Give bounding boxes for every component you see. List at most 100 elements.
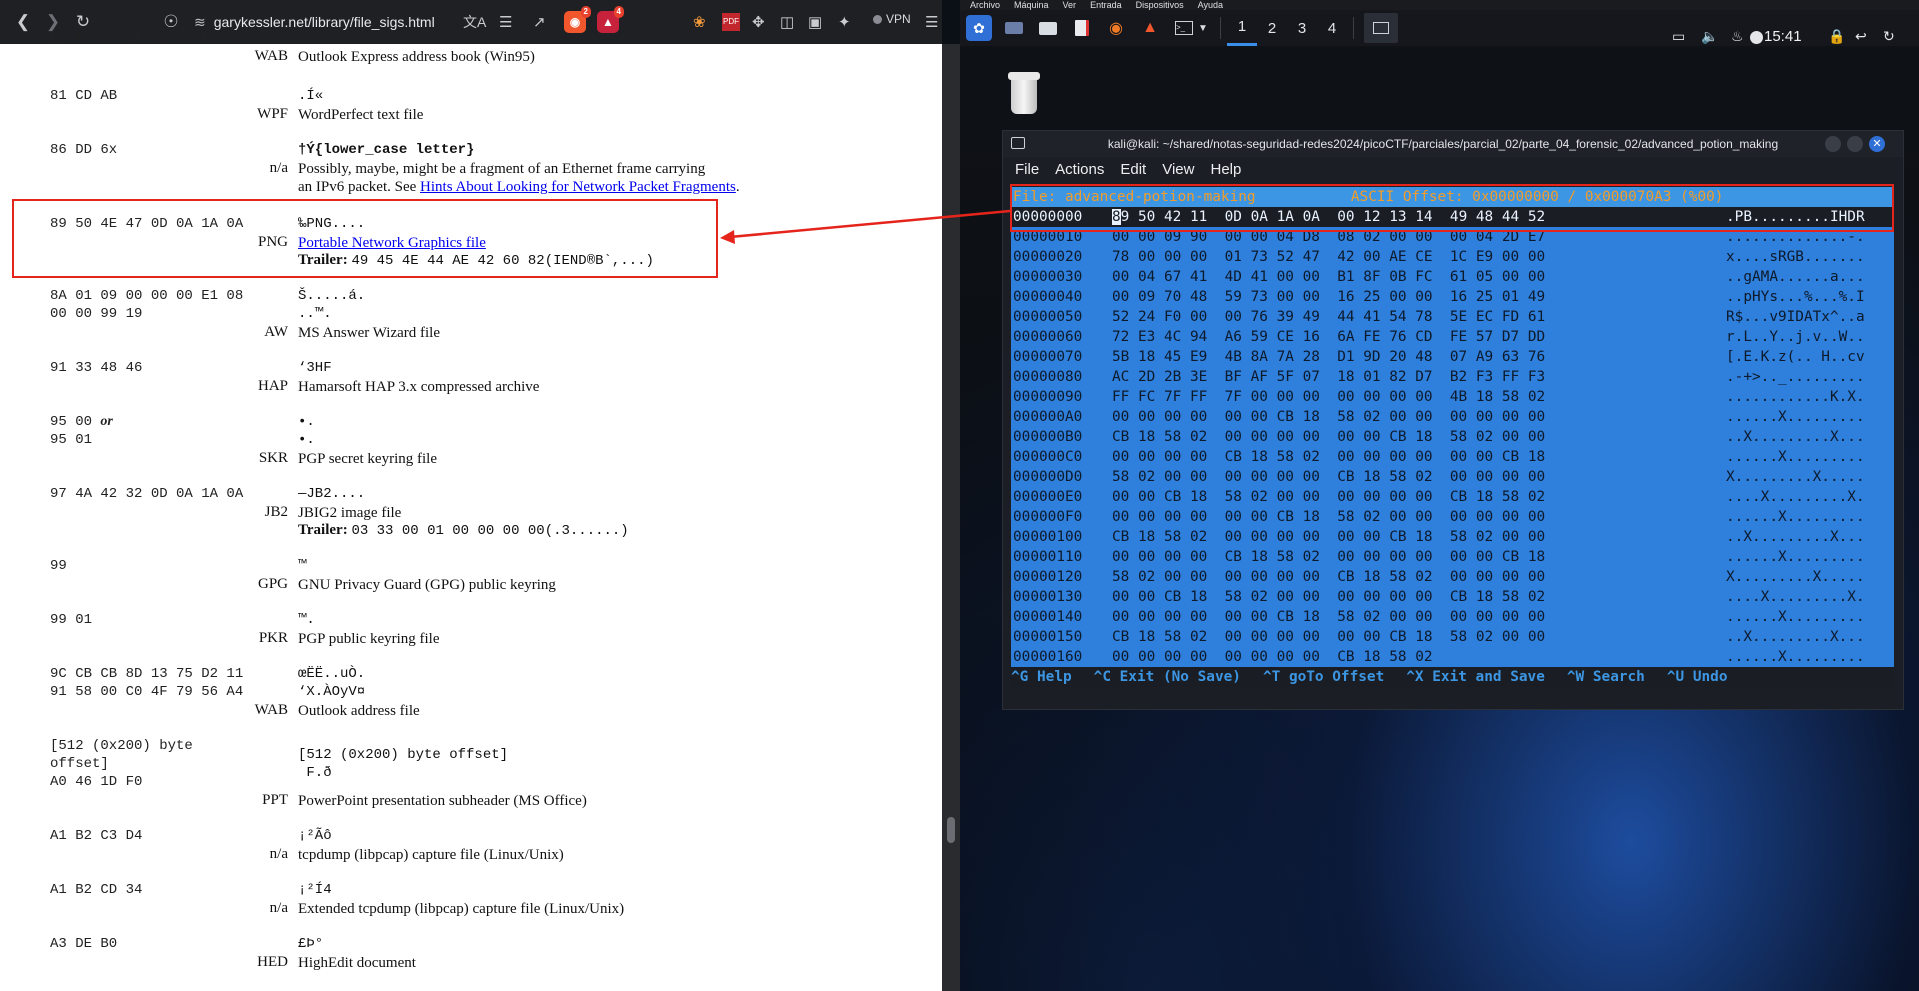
translate-icon[interactable]: 文A xyxy=(463,7,486,37)
workspace-2[interactable]: 2 xyxy=(1257,10,1287,46)
notifications-icon[interactable]: ♨ xyxy=(1731,28,1744,45)
hex-bytes[interactable]: CB 18 58 02 00 00 00 00 00 00 CB 18 58 0… xyxy=(1112,427,1545,447)
wallet-icon[interactable]: ▣ xyxy=(808,7,822,37)
workspace-4[interactable]: 4 xyxy=(1317,10,1347,46)
menu-dispositivos[interactable]: Dispositivos xyxy=(1136,0,1184,10)
trash-icon[interactable] xyxy=(1008,72,1040,116)
hex-bytes[interactable]: 72 E3 4C 94 A6 59 CE 16 6A FE 76 CD FE 5… xyxy=(1112,327,1545,347)
clock[interactable]: 15:41 xyxy=(1764,28,1802,45)
brave-shields-icon[interactable]: ◉ 2 xyxy=(564,6,591,37)
firefox-icon[interactable]: ◉ xyxy=(1104,17,1128,39)
maximize-button[interactable] xyxy=(1847,136,1863,152)
ascii-signature: †Ý{lower_case letter} xyxy=(298,142,475,158)
menu-ayuda[interactable]: Ayuda xyxy=(1198,0,1223,10)
hex-bytes[interactable]: 00 04 67 41 4D 41 00 00 B1 8F 0B FC 61 0… xyxy=(1112,267,1545,287)
hex-bytes[interactable]: 52 24 F0 00 00 76 39 49 44 41 54 78 5E E… xyxy=(1112,307,1545,327)
volume-icon[interactable]: 🔈 xyxy=(1701,28,1718,45)
kali-menu-icon[interactable]: ✿ xyxy=(966,15,992,41)
hex-bytes[interactable]: 00 00 00 00 00 00 CB 18 58 02 00 00 00 0… xyxy=(1112,407,1545,427)
pdf-extension-icon[interactable]: PDF xyxy=(722,7,740,37)
close-button[interactable]: ✕ xyxy=(1869,136,1885,152)
workspace-3[interactable]: 3 xyxy=(1287,10,1317,46)
leo-ai-icon[interactable]: ✦ xyxy=(838,7,851,37)
hex-bytes[interactable]: AC 2D 2B 3E BF AF 5F 07 18 01 82 D7 B2 F… xyxy=(1112,367,1545,387)
hex-signature: 97 4A 42 32 0D 0A 1A 0A xyxy=(50,486,244,502)
ascii-signature-line-2: •. xyxy=(298,432,315,448)
extensions-icon[interactable]: ✥ xyxy=(752,7,765,37)
ascii-signature: ¡²Ãô xyxy=(298,828,332,844)
ascii-signature: —JB2.... xyxy=(298,486,366,502)
hex-row: 000000D0 58 02 00 00 00 00 00 00 CB 18 58… xyxy=(1011,467,1894,487)
hex-bytes[interactable]: 00 00 00 00 CB 18 58 02 00 00 00 00 00 0… xyxy=(1112,547,1545,567)
hex-offset: 00000130 xyxy=(1013,589,1083,605)
hex-bytes[interactable]: 78 00 00 00 01 73 52 47 42 00 AE CE 1C E… xyxy=(1112,247,1545,267)
back-icon[interactable]: ❮ xyxy=(8,7,38,37)
page-scrollbar[interactable] xyxy=(942,44,960,991)
shortcut-exit-no-save: ^C Exit (No Save) xyxy=(1093,669,1241,685)
hex-bytes[interactable]: 58 02 00 00 00 00 00 00 CB 18 58 02 00 0… xyxy=(1112,467,1545,487)
scrollbar-thumb[interactable] xyxy=(947,817,955,843)
workspace-1[interactable]: 1 xyxy=(1227,10,1257,46)
cookie-extension-icon[interactable]: ❀ xyxy=(693,7,706,37)
vpn-button[interactable]: VPN xyxy=(873,12,911,26)
hex-row: 00000020 78 00 00 00 01 73 52 47 42 00 AE… xyxy=(1011,247,1894,267)
hex-bytes[interactable]: 00 00 00 00 CB 18 58 02 00 00 00 00 00 0… xyxy=(1112,447,1545,467)
hex-bytes[interactable]: 58 02 00 00 00 00 00 00 CB 18 58 02 00 0… xyxy=(1112,567,1545,587)
menu-icon[interactable]: ☰ xyxy=(925,7,938,37)
menu-file[interactable]: File xyxy=(1015,161,1039,178)
sidebar-icon[interactable]: ◫ xyxy=(780,7,794,37)
chevron-down-icon[interactable]: ▼ xyxy=(1196,17,1210,39)
site-settings-icon[interactable]: ≋ xyxy=(194,14,206,31)
hex-row: 00000110 00 00 00 00 CB 18 58 02 00 00 00… xyxy=(1011,547,1894,567)
file-extension: n/a xyxy=(269,900,288,916)
hex-offset: 000000D0 xyxy=(1013,469,1083,485)
taskbar-terminal-button[interactable] xyxy=(1364,13,1398,43)
hex-bytes[interactable]: 00 00 00 00 00 00 00 00 CB 18 58 02 xyxy=(1112,647,1433,667)
minimize-button[interactable] xyxy=(1825,136,1841,152)
hex-offset: 00000140 xyxy=(1013,609,1083,625)
menu-help[interactable]: Help xyxy=(1210,161,1241,178)
hex-bytes[interactable]: 00 09 70 48 59 73 00 00 16 25 00 00 16 2… xyxy=(1112,287,1545,307)
hex-bytes[interactable]: 00 00 00 00 00 00 CB 18 58 02 00 00 00 0… xyxy=(1112,507,1545,527)
vpn-status-icon xyxy=(873,14,882,24)
lock-icon[interactable]: 🔒 xyxy=(1828,28,1845,45)
menu-maquina[interactable]: Máquina xyxy=(1014,0,1049,10)
menu-edit[interactable]: Edit xyxy=(1120,161,1146,178)
hex-ascii: ..X.........X... xyxy=(1726,429,1865,445)
menu-entrada[interactable]: Entrada xyxy=(1090,0,1122,10)
hex-bytes[interactable]: CB 18 58 02 00 00 00 00 00 00 CB 18 58 0… xyxy=(1112,627,1545,647)
terminal-titlebar[interactable]: kali@kali: ~/shared/notas-seguridad-rede… xyxy=(1003,131,1903,157)
menu-ver[interactable]: Ver xyxy=(1063,0,1077,10)
brave-rewards-icon[interactable]: ▲ 4 xyxy=(597,6,624,37)
hex-bytes[interactable]: 00 00 CB 18 58 02 00 00 00 00 00 00 CB 1… xyxy=(1112,487,1545,507)
hex-bytes[interactable]: 00 00 00 00 00 00 CB 18 58 02 00 00 00 0… xyxy=(1112,607,1545,627)
ascii-signature: ™. xyxy=(298,612,315,628)
reader-icon[interactable]: ☰ xyxy=(499,7,512,37)
hex-bytes[interactable]: 5B 18 45 E9 4B 8A 7A 28 D1 9D 20 48 07 A… xyxy=(1112,347,1545,367)
ascii-signature: .Í« xyxy=(298,88,324,104)
hex-row: 00000080 AC 2D 2B 3E BF AF 5F 07 18 01 82… xyxy=(1011,367,1894,387)
menu-actions[interactable]: Actions xyxy=(1055,161,1104,178)
menu-view[interactable]: View xyxy=(1162,161,1194,178)
url-text[interactable]: garykessler.net/library/file_sigs.html xyxy=(214,14,435,30)
hex-bytes[interactable]: CB 18 58 02 00 00 00 00 00 00 CB 18 58 0… xyxy=(1112,527,1545,547)
logout-icon[interactable]: ↩ xyxy=(1855,28,1867,45)
power-status-icon[interactable] xyxy=(1750,31,1763,44)
hexeditor-view[interactable]: File: advanced-potion-making ASCII Offse… xyxy=(1011,187,1894,692)
refresh-icon[interactable]: ↻ xyxy=(1883,28,1895,45)
file-extension: HAP xyxy=(257,378,288,394)
brave-icon[interactable]: ▲ xyxy=(1138,17,1162,39)
terminal-icon[interactable]: >_ xyxy=(1172,17,1196,39)
file-manager-icon[interactable] xyxy=(1036,17,1060,39)
hex-bytes[interactable]: FF FC 7F FF 7F 00 00 00 00 00 00 00 4B 1… xyxy=(1112,387,1545,407)
display-icon[interactable]: ▭ xyxy=(1672,28,1685,45)
file-description: WordPerfect text file xyxy=(298,107,424,123)
show-desktop-icon[interactable] xyxy=(1002,17,1026,39)
menu-archivo[interactable]: Archivo xyxy=(970,0,1000,10)
text-editor-icon[interactable] xyxy=(1070,17,1094,39)
hints-link[interactable]: Hints About Looking for Network Packet F… xyxy=(420,179,736,195)
file-extension: n/a xyxy=(269,160,288,176)
hex-offset: 00000090 xyxy=(1013,389,1083,405)
hex-bytes[interactable]: 00 00 CB 18 58 02 00 00 00 00 00 00 CB 1… xyxy=(1112,587,1545,607)
share-icon[interactable]: ↗ xyxy=(533,7,546,37)
